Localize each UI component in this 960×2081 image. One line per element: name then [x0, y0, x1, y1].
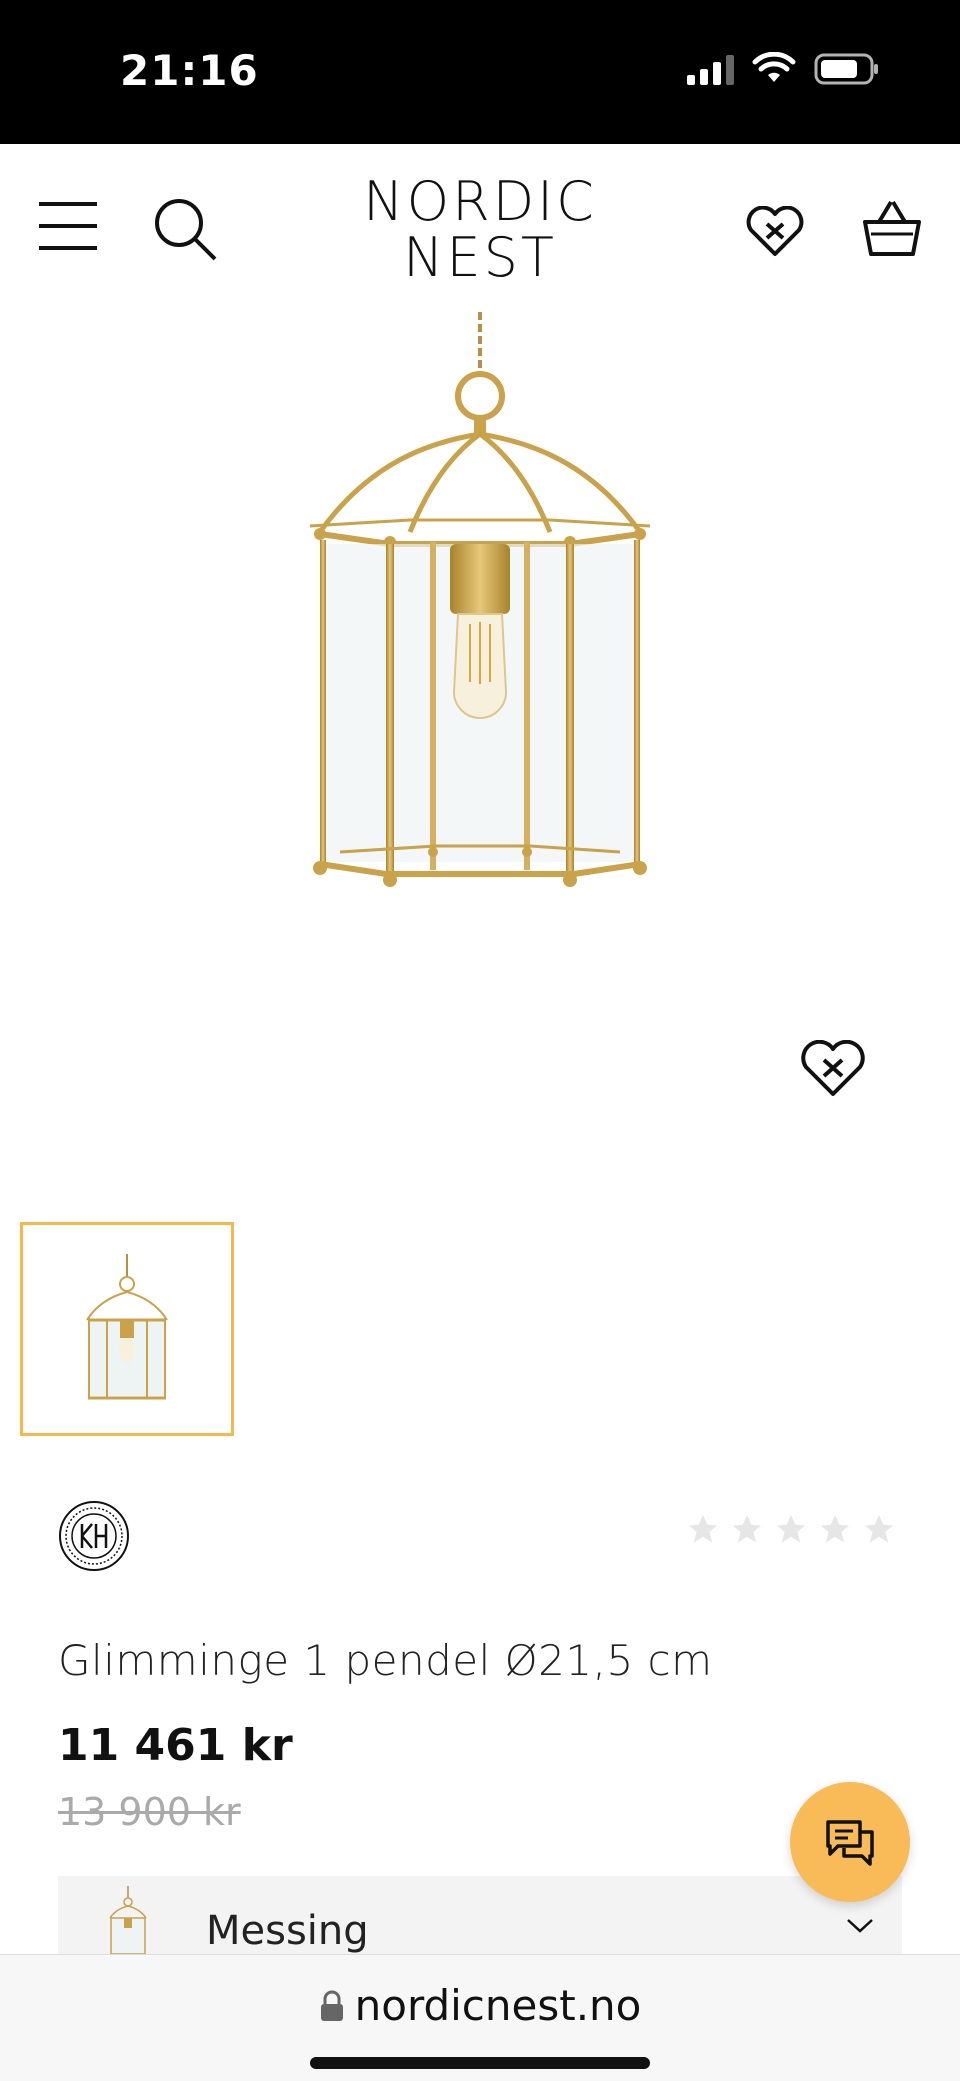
menu-icon — [39, 202, 97, 250]
brand-seal-icon — [59, 1501, 129, 1571]
chat-icon — [826, 1820, 874, 1866]
variant-selector[interactable]: Messing — [58, 1876, 902, 1958]
star-icon — [688, 1514, 718, 1543]
site-header: NORDIC NEST — [0, 144, 960, 314]
product-image[interactable] — [280, 312, 680, 892]
wishlist-button[interactable] — [744, 204, 806, 260]
battery-icon — [814, 53, 878, 85]
url-text: nordicnest.no — [354, 1981, 642, 2030]
add-to-wishlist-button[interactable] — [800, 1039, 866, 1103]
search-button[interactable] — [152, 196, 218, 262]
chat-button[interactable] — [790, 1782, 910, 1902]
status-icons — [687, 52, 880, 86]
star-icon — [776, 1514, 806, 1543]
status-bar: 21:16 — [0, 0, 960, 144]
basket-icon — [863, 200, 921, 256]
menu-button[interactable] — [36, 196, 100, 256]
browser-url-bar[interactable]: nordicnest.no — [0, 1954, 960, 2081]
signal-icon — [687, 53, 734, 85]
status-time: 21:16 — [120, 46, 259, 95]
lock-icon — [320, 1990, 343, 2021]
wifi-icon — [752, 52, 796, 82]
wishlist-icon — [746, 206, 804, 256]
star-icon — [732, 1514, 762, 1543]
chevron-down-icon — [847, 1919, 873, 1933]
product-old-price: 13 900 kr — [58, 1790, 241, 1834]
star-icon — [820, 1514, 850, 1543]
product-rating[interactable] — [686, 1512, 896, 1546]
basket-button[interactable] — [860, 196, 924, 260]
thumbnail-lamp-image — [86, 1254, 168, 1400]
product-price: 11 461 kr — [58, 1720, 293, 1771]
product-title: Glimminge 1 pendel Ø21,5 cm — [58, 1636, 713, 1685]
search-icon — [155, 199, 217, 261]
site-logo[interactable]: NORDIC NEST — [330, 174, 630, 286]
logo-line-2: NEST — [403, 226, 557, 289]
logo-line-1: NORDIC — [363, 170, 597, 233]
product-thumbnail[interactable] — [20, 1222, 234, 1436]
brand-logo[interactable] — [58, 1500, 130, 1572]
url-display[interactable]: nordicnest.no — [0, 1981, 960, 2030]
variant-label: Messing — [206, 1908, 369, 1954]
pendant-lamp-image — [309, 312, 651, 887]
home-indicator[interactable] — [310, 2057, 650, 2069]
star-icon — [864, 1514, 894, 1543]
variant-thumbnail-image — [109, 1886, 147, 1955]
wishlist-heart-icon — [801, 1039, 865, 1096]
